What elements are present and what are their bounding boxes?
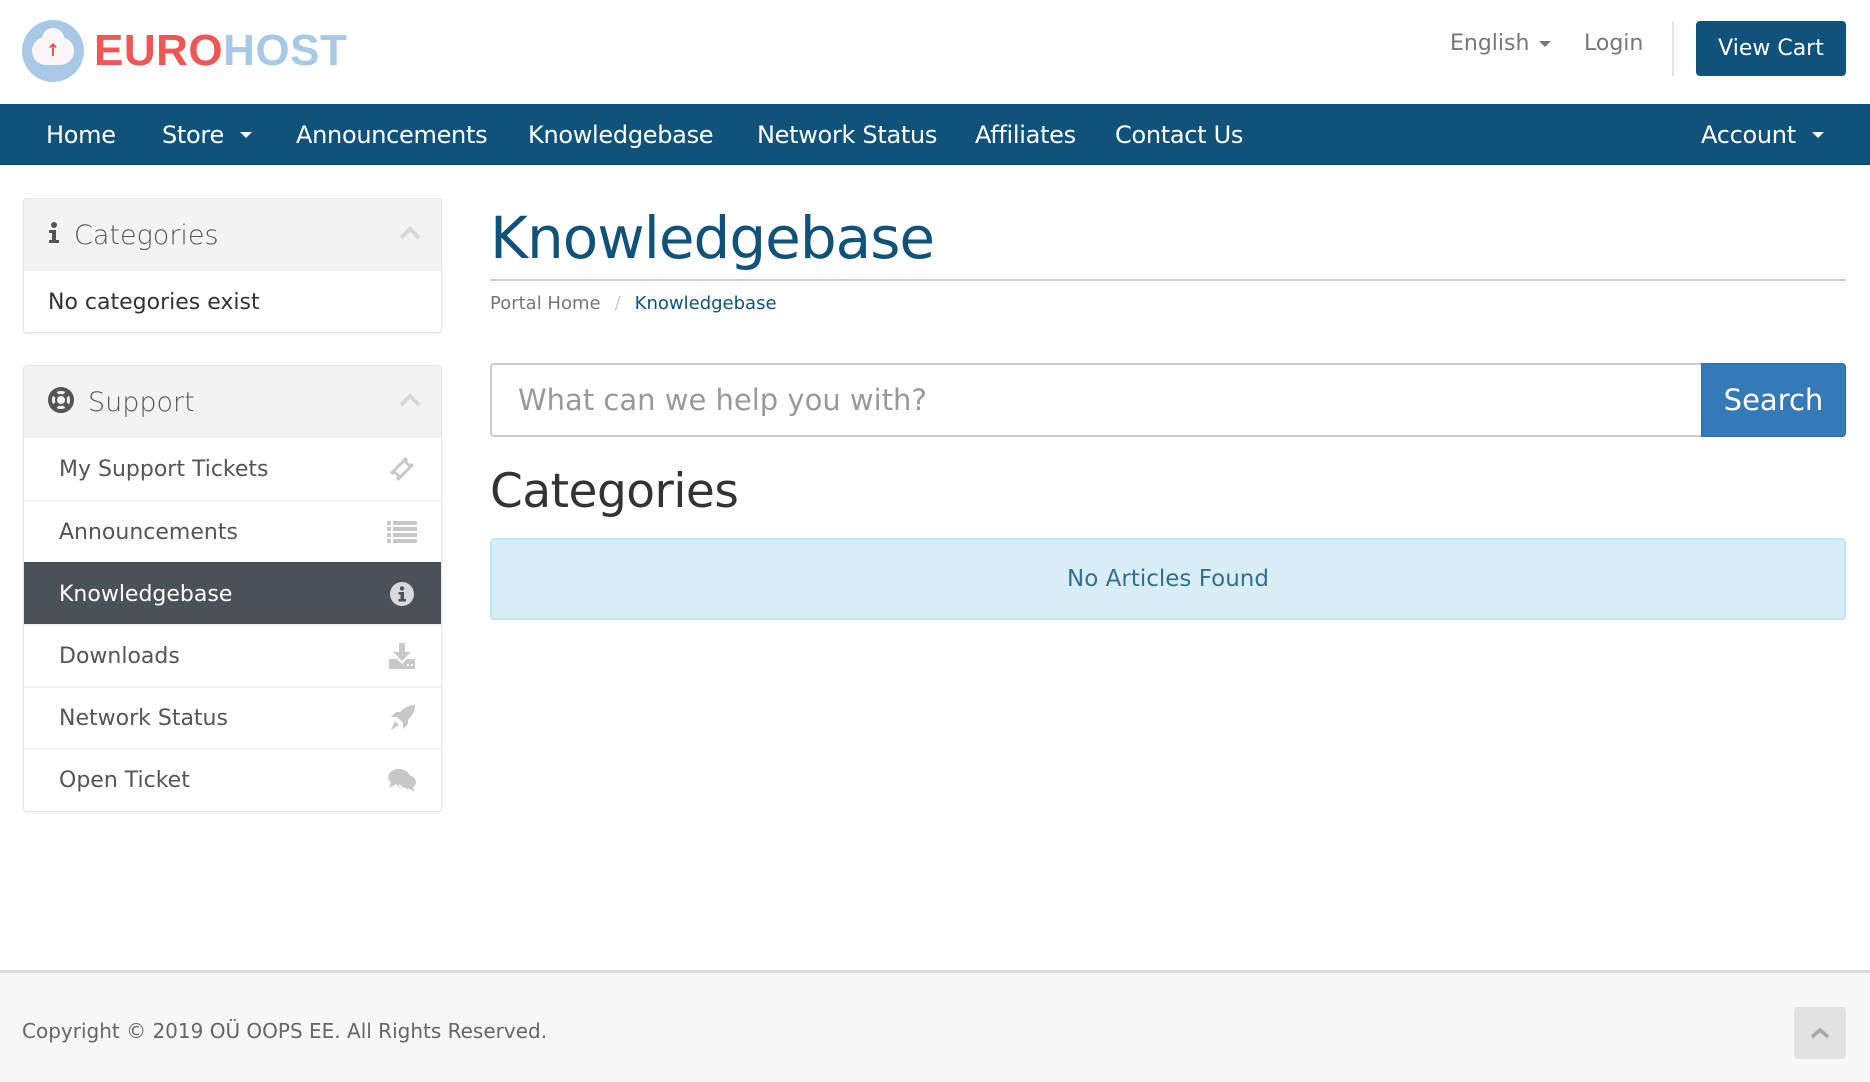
sidebar-item-announcements[interactable]: Announcements <box>24 500 441 562</box>
title-divider <box>490 279 1846 281</box>
categories-panel-heading[interactable]: Categories <box>24 199 441 271</box>
sidebar-item-knowledgebase[interactable]: Knowledgebase <box>24 562 441 624</box>
nav-item-knowledgebase[interactable]: Knowledgebase <box>528 104 714 165</box>
nav-item-affiliates[interactable]: Affiliates <box>975 104 1076 165</box>
nav-item-announcements[interactable]: Announcements <box>296 104 488 165</box>
nav-label: Store <box>162 120 224 149</box>
nav-item-account[interactable]: Account <box>1701 104 1824 165</box>
logo-wordmark: EUROHOST <box>94 29 347 73</box>
site-footer: Copyright © 2019 OÜ OOPS EE. All Rights … <box>0 970 1870 1082</box>
nav-label: Contact Us <box>1115 120 1244 149</box>
life-ring-icon <box>48 387 74 417</box>
sidebar-item-downloads[interactable]: Downloads <box>24 624 441 686</box>
chevron-up-icon[interactable] <box>399 225 421 243</box>
logo-text-euro: EURO <box>94 26 224 75</box>
list-item-label: My Support Tickets <box>59 456 269 482</box>
sidebar-item-network-status[interactable]: Network Status <box>24 686 441 748</box>
support-list: My Support Tickets Announcements Knowled… <box>24 438 441 810</box>
chevron-up-icon[interactable] <box>399 392 421 410</box>
list-icon <box>387 517 417 547</box>
nav-item-home[interactable]: Home <box>46 104 116 165</box>
caret-down-icon <box>1539 40 1552 47</box>
list-item-label: Announcements <box>59 519 238 545</box>
alert-text: No Articles Found <box>1067 566 1269 592</box>
header-divider <box>1672 21 1674 76</box>
page-title: Knowledgebase <box>490 204 935 272</box>
support-panel: Support My Support Tickets Announcements… <box>23 365 442 812</box>
ticket-icon <box>387 454 417 484</box>
nav-label: Announcements <box>296 120 488 149</box>
categories-heading: Categories <box>490 464 739 519</box>
list-item-label: Open Ticket <box>59 767 190 793</box>
panel-title: Support <box>88 386 195 418</box>
sidebar-item-my-support-tickets[interactable]: My Support Tickets <box>24 438 441 500</box>
nav-label: Knowledgebase <box>528 120 714 149</box>
support-panel-heading[interactable]: Support <box>24 366 441 438</box>
nav-item-store[interactable]: Store <box>162 104 252 165</box>
caret-down-icon <box>1811 131 1824 138</box>
copyright-text: Copyright © 2019 OÜ OOPS EE. All Rights … <box>22 1019 548 1043</box>
list-item-label: Knowledgebase <box>59 581 233 607</box>
nav-label: Account <box>1701 120 1796 149</box>
main-navbar: Home Store Announcements Knowledgebase N… <box>0 104 1870 165</box>
back-to-top-button[interactable] <box>1794 1007 1846 1059</box>
breadcrumb-portal-home[interactable]: Portal Home <box>490 293 601 314</box>
no-categories-text: No categories exist <box>48 289 260 315</box>
site-header: ↑ EUROHOST English Login View Cart <box>0 0 1870 104</box>
no-articles-alert: No Articles Found <box>490 538 1846 620</box>
search-button[interactable]: Search <box>1701 363 1846 437</box>
chevron-up-icon <box>1810 1024 1830 1043</box>
login-link[interactable]: Login <box>1584 31 1643 56</box>
sidebar-item-open-ticket[interactable]: Open Ticket <box>24 748 441 810</box>
nav-label: Network Status <box>757 120 938 149</box>
nav-item-network-status[interactable]: Network Status <box>757 104 937 165</box>
breadcrumb-separator: / <box>614 293 621 314</box>
breadcrumb: Portal Home / Knowledgebase <box>490 293 777 314</box>
cloud-upload-icon: ↑ <box>22 20 84 82</box>
download-icon <box>387 641 417 671</box>
caret-down-icon <box>239 131 252 138</box>
panel-title: Categories <box>74 219 219 251</box>
language-label: English <box>1450 31 1530 56</box>
nav-label: Affiliates <box>975 120 1076 149</box>
list-item-label: Downloads <box>59 643 180 669</box>
site-logo[interactable]: ↑ EUROHOST <box>22 19 347 83</box>
info-icon <box>48 222 60 248</box>
categories-panel: Categories No categories exist <box>23 198 442 333</box>
language-dropdown[interactable]: English <box>1450 31 1552 56</box>
logo-text-host: HOST <box>223 26 348 75</box>
nav-label: Home <box>46 120 116 149</box>
list-item-label: Network Status <box>59 705 228 731</box>
comments-icon <box>387 765 417 795</box>
knowledgebase-search-input[interactable] <box>490 363 1701 437</box>
rocket-icon <box>387 703 417 733</box>
view-cart-button[interactable]: View Cart <box>1696 21 1846 76</box>
info-circle-icon <box>387 579 417 609</box>
breadcrumb-current: Knowledgebase <box>634 293 777 314</box>
nav-item-contact-us[interactable]: Contact Us <box>1115 104 1243 165</box>
